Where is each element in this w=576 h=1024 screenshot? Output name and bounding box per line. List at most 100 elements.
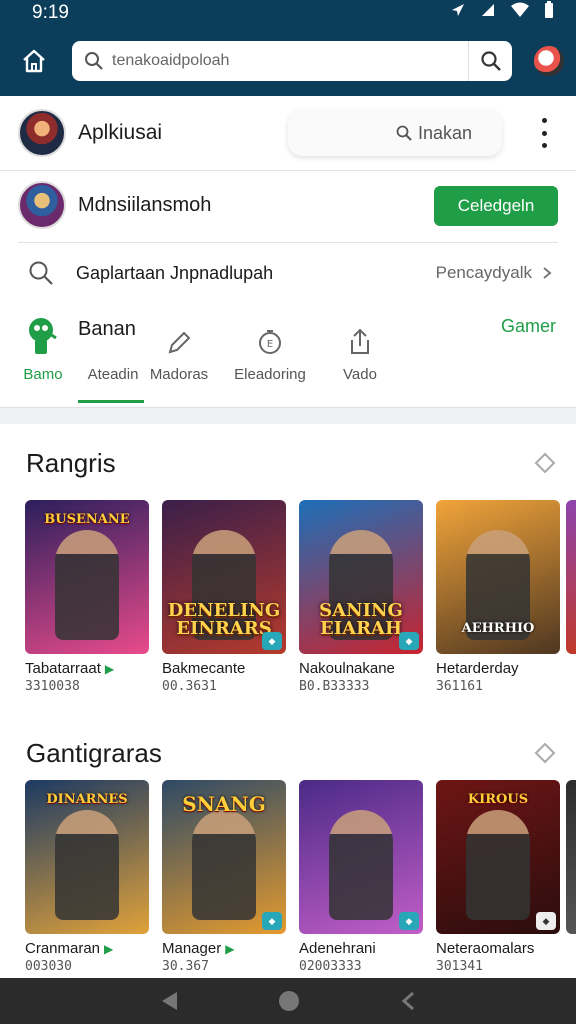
game-tile-partial[interactable]	[566, 780, 576, 934]
game-name: Tabatarraat	[25, 660, 101, 677]
game-meta: 003030	[25, 959, 72, 974]
game-thumbnail: ◆	[299, 780, 423, 934]
game-thumbnail: SANING EIARAH ◆	[299, 500, 423, 654]
game-meta: B0.B33333	[299, 679, 370, 694]
gamer-link[interactable]: Gamer	[501, 316, 556, 337]
wifi-icon	[510, 2, 530, 24]
game-art-figure	[55, 810, 119, 920]
status-icons	[450, 1, 554, 25]
search-input[interactable]: tenakoaidpoloah	[112, 52, 468, 70]
game-art-title: KIROUS	[467, 792, 529, 807]
game-art-title: SNANG	[182, 792, 266, 816]
game-name: Manager	[162, 940, 222, 957]
game-tile[interactable]: SANING EIARAH ◆ Nakoulnakane B0.B33333	[299, 500, 423, 694]
play-icon: ▶	[104, 941, 114, 956]
search-row-label: Gaplartaan Jnpnadlupah	[76, 262, 274, 283]
game-tile[interactable]: AEHRHIO Hetarderday 361161	[436, 500, 560, 694]
status-time: 9:19	[32, 2, 69, 23]
top-card: Aplkiusai Inakan Mdnsiilansmoh Celedgeln…	[0, 96, 576, 408]
game-art-title: DINARNES	[46, 792, 128, 807]
game-thumbnail: DENELING EINRARS ◆	[162, 500, 286, 654]
tab-vado[interactable]: Vado	[332, 312, 388, 406]
game-thumbnail: DINARNES	[25, 780, 149, 934]
tab-label: Madoras	[149, 366, 209, 383]
battery-icon	[544, 1, 554, 25]
game-list: BUSENANE Tabatarraat ▶ 3310038 DENELING E…	[25, 500, 560, 694]
header-row: Aplkiusai Inakan	[18, 108, 558, 158]
home-circle-icon[interactable]	[277, 989, 301, 1013]
play-icon: ▶	[104, 661, 115, 676]
badge-icon: ◆	[536, 912, 556, 930]
game-name: Cranmaran	[25, 940, 101, 957]
chevron-right-icon	[543, 267, 552, 279]
tab-bamo[interactable]: Bamo	[20, 312, 66, 406]
badge-icon: ◆	[399, 632, 419, 650]
game-controller-icon	[20, 312, 66, 356]
game-name-row: Tabatarraat ▶	[25, 660, 149, 677]
search-submit-button[interactable]	[468, 41, 512, 81]
primary-action-button[interactable]: Celedgeln	[434, 186, 558, 226]
search-icon	[29, 261, 53, 285]
search-icon	[480, 51, 501, 71]
tab-label: Vado	[343, 366, 377, 383]
tab-eleadoring[interactable]: E Eleadoring	[230, 312, 310, 406]
game-name-row: Manager ▶	[162, 940, 286, 957]
game-meta: 3310038	[25, 679, 80, 694]
game-name: Nakoulnakane	[299, 660, 395, 677]
location-icon	[450, 2, 466, 24]
pill-label: Inakan	[417, 122, 472, 143]
back-chevron-icon[interactable]	[399, 990, 417, 1012]
tab-label: Eleadoring	[234, 366, 306, 383]
section-rangris: Rangris BUSENANE Tabatarraat ▶ 3310038 DE…	[0, 424, 576, 714]
game-thumbnail: AEHRHIO	[436, 500, 560, 654]
game-art-title: AEHRHIO	[461, 621, 535, 636]
game-tile[interactable]: SNANG ◆ Manager ▶ 30.367	[162, 780, 286, 974]
tab-ateadin[interactable]: Ateadin	[80, 332, 146, 426]
pencil-icon	[144, 312, 214, 356]
account-row: Mdnsiilansmoh Celedgeln	[18, 180, 558, 230]
game-name-row: Adenehrani	[299, 940, 423, 957]
game-name-row: Cranmaran ▶	[25, 940, 149, 957]
search-row-right-label: Pencaydyalk	[435, 263, 532, 282]
category-tabs: Banan Gamer Bamo Ateadin Madoras E Elead…	[0, 312, 576, 406]
avatar[interactable]	[18, 181, 66, 229]
inakan-pill-button[interactable]: Inakan	[288, 110, 502, 156]
search-row-right[interactable]: Pencaydyalk	[436, 263, 552, 283]
tab-madoras[interactable]: Madoras	[144, 312, 214, 406]
search-row[interactable]: Gaplartaan Jnpnadlupah Pencaydyalk	[28, 256, 558, 290]
status-bar: 9:19	[0, 0, 576, 26]
home-button[interactable]	[14, 41, 54, 81]
app-bar: tenakoaidpoloah	[0, 26, 576, 96]
game-tile[interactable]: KIROUS ◆ Neteraomalars 301341	[436, 780, 560, 974]
tab-label: Bamo	[23, 366, 63, 383]
pin-icon[interactable]	[532, 740, 558, 766]
avatar[interactable]	[18, 109, 66, 157]
game-tile[interactable]: ◆ Adenehrani 02003333	[299, 780, 423, 974]
home-icon	[23, 49, 45, 73]
game-thumbnail: KIROUS ◆	[436, 780, 560, 934]
header-title: Aplkiusai	[78, 121, 163, 144]
system-nav-bar	[0, 978, 576, 1024]
section-gantigraras: Gantigraras DINARNES Cranmaran ▶ 003030 S…	[0, 714, 576, 978]
game-art-title: BUSENANE	[44, 512, 130, 527]
game-thumbnail: SNANG ◆	[162, 780, 286, 934]
game-name-row: Bakmecante	[162, 660, 286, 677]
pin-icon[interactable]	[532, 450, 558, 476]
back-triangle-icon[interactable]	[159, 990, 179, 1012]
section-title: Gantigraras	[26, 738, 162, 768]
more-menu-button[interactable]	[534, 118, 554, 148]
active-tab-indicator	[78, 400, 144, 403]
game-tile-partial[interactable]	[566, 500, 576, 654]
game-tile[interactable]: DINARNES Cranmaran ▶ 003030	[25, 780, 149, 974]
game-meta: 00.3631	[162, 679, 217, 694]
game-tile[interactable]: BUSENANE Tabatarraat ▶ 3310038	[25, 500, 149, 694]
more-dot	[541, 118, 547, 123]
more-dot	[541, 130, 547, 136]
game-tile[interactable]: DENELING EINRARS ◆ Bakmecante 00.3631	[162, 500, 286, 694]
play-icon: ▶	[225, 941, 235, 956]
profile-avatar-button[interactable]	[534, 46, 564, 76]
account-title: Mdnsiilansmoh	[78, 193, 212, 216]
game-list: DINARNES Cranmaran ▶ 003030 SNANG ◆ Manag…	[25, 780, 560, 974]
search-field[interactable]: tenakoaidpoloah	[72, 41, 512, 81]
game-thumbnail: BUSENANE	[25, 500, 149, 654]
